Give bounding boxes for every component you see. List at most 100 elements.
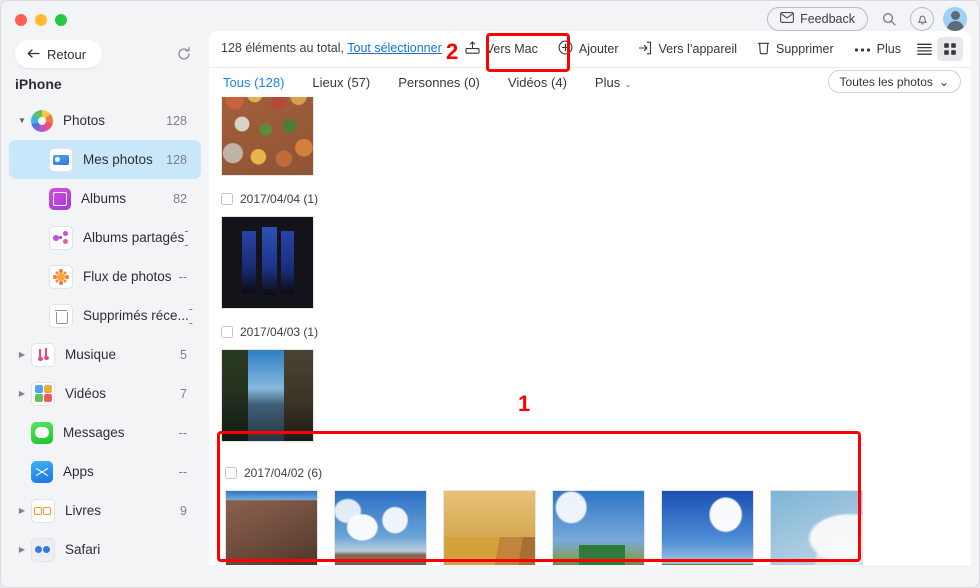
- status-text: 128 éléments au total,: [221, 41, 344, 55]
- video-icon: [31, 381, 55, 406]
- tab-lieux[interactable]: Lieux (57): [298, 75, 384, 90]
- tab-plus[interactable]: Plus ⌄: [581, 75, 646, 90]
- back-button[interactable]: Retour: [15, 40, 103, 68]
- close-window-button[interactable]: [15, 14, 27, 26]
- select-all-link[interactable]: Tout sélectionner: [347, 41, 442, 55]
- chevron-down-icon: ⌄: [938, 74, 949, 89]
- sidebar-item-flux-de-photos[interactable]: Flux de photos --: [9, 257, 201, 296]
- feedback-button[interactable]: Feedback: [767, 7, 868, 31]
- photo-thumbnail-wooden-clogs[interactable]: [443, 490, 536, 565]
- traffic-lights: [15, 14, 67, 26]
- chevron-right-icon[interactable]: ▶: [17, 545, 27, 554]
- toolbar-actions: Vers Mac Ajouter Vers l’appareil Supprim…: [455, 31, 963, 67]
- sidebar-top-row: Retour: [15, 40, 195, 68]
- sidebar-item-mes-photos[interactable]: Mes photos 128: [9, 140, 201, 179]
- sidebar-item-messages[interactable]: Messages --: [9, 413, 201, 452]
- group-checkbox[interactable]: [221, 326, 233, 338]
- photos-icon: [31, 109, 53, 132]
- chevron-right-icon[interactable]: ▶: [17, 389, 27, 398]
- content-panel: 128 éléments au total, Tout sélectionner…: [209, 31, 971, 565]
- sidebar-item-count: --: [178, 464, 187, 479]
- group-checkbox[interactable]: [225, 467, 237, 479]
- music-icon: [31, 342, 55, 367]
- sidebar-item-count: 128: [166, 113, 187, 128]
- bell-icon[interactable]: [910, 7, 934, 31]
- maximize-window-button[interactable]: [55, 14, 67, 26]
- group-checkbox[interactable]: [221, 193, 233, 205]
- more-dots-icon: [854, 42, 871, 56]
- sidebar-item-livres[interactable]: ▶ Livres 9: [9, 491, 201, 530]
- photo-thumbnail-blossom-tree[interactable]: [770, 490, 863, 565]
- sidebar-item-label: Mes photos: [83, 152, 153, 167]
- supprimer-button[interactable]: Supprimer: [747, 36, 844, 62]
- books-icon: [31, 498, 55, 523]
- ajouter-button[interactable]: Ajouter: [548, 36, 629, 62]
- sidebar-item-count: 82: [173, 191, 187, 206]
- sidebar-item-count: 5: [180, 347, 187, 362]
- albums-icon: [49, 187, 71, 210]
- content-toolbar: 128 éléments au total, Tout sélectionner…: [209, 31, 971, 68]
- my-photos-icon: [49, 147, 73, 172]
- list-view-icon[interactable]: [911, 37, 937, 61]
- sidebar-item-count: --: [178, 425, 187, 440]
- sidebar-item-label: Messages: [63, 425, 125, 440]
- sidebar-item-supprimes-recemment[interactable]: Supprimés réce... --: [9, 296, 201, 335]
- sidebar-item-albums-partages[interactable]: Albums partagés --: [9, 218, 201, 257]
- sidebar-item-musique[interactable]: ▶ Musique 5: [9, 335, 201, 374]
- tab-plus-label: Plus: [594, 74, 621, 90]
- photo-thumbnail-green-windmill[interactable]: [552, 490, 645, 565]
- photo-thumbnail-crowd-festival[interactable]: [221, 97, 314, 176]
- sidebar-item-label: Apps: [63, 464, 94, 479]
- sidebar-item-apps[interactable]: Apps --: [9, 452, 201, 491]
- grid-view-icon[interactable]: [937, 37, 963, 61]
- selection-status: 128 éléments au total, Tout sélectionner: [221, 41, 442, 55]
- sidebar-item-label: Safari: [65, 542, 101, 557]
- sidebar-item-photos[interactable]: ▼ Photos 128: [9, 101, 201, 140]
- photo-filter-dropdown[interactable]: Toutes les photos ⌄: [827, 70, 961, 93]
- filter-tabs: Tous (128) Lieux (57) Personnes (0) Vidé…: [209, 67, 971, 97]
- plus-button[interactable]: Plus: [844, 36, 911, 62]
- chevron-right-icon[interactable]: ▶: [17, 350, 27, 359]
- plus-more-label: Plus: [876, 42, 901, 56]
- sidebar-item-count: 128: [166, 152, 187, 167]
- sidebar-item-count: 7: [180, 386, 187, 401]
- title-bar: Feedback: [1, 1, 979, 31]
- photo-thumbnail-stained-glass-window[interactable]: [221, 216, 314, 309]
- tab-tous[interactable]: Tous (128): [209, 75, 298, 90]
- sidebar-item-label: Livres: [65, 503, 102, 518]
- thumb-row: [209, 343, 971, 454]
- sidebar-nav: ▼ Photos 128 Mes photos 128 Albums 82 Al…: [1, 101, 209, 569]
- vers-mac-button[interactable]: Vers Mac: [455, 36, 548, 62]
- photo-thumbnail-canal-trees[interactable]: [221, 349, 314, 442]
- sidebar-item-safari[interactable]: ▶ Safari: [9, 530, 201, 569]
- minimize-window-button[interactable]: [35, 14, 47, 26]
- photo-thumbnail-windmill-blue-sky[interactable]: [661, 490, 754, 565]
- header-actions: Feedback: [767, 7, 967, 31]
- sidebar-item-albums[interactable]: Albums 82: [9, 179, 201, 218]
- sidebar-item-count: 9: [180, 503, 187, 518]
- refresh-icon[interactable]: [172, 42, 196, 66]
- back-label: Retour: [47, 46, 87, 62]
- ajouter-label: Ajouter: [578, 42, 619, 56]
- annotation-number-1: 1: [518, 391, 531, 416]
- avatar[interactable]: [943, 7, 967, 31]
- photo-thumbnail-museum-square-clouds[interactable]: [334, 490, 427, 565]
- feedback-label: Feedback: [800, 12, 855, 26]
- group-header: 2017/04/02 (6): [209, 462, 971, 484]
- vers-lappareil-button[interactable]: Vers l’appareil: [628, 36, 747, 62]
- sidebar-item-count: --: [188, 301, 193, 330]
- chevron-right-icon[interactable]: ▶: [17, 506, 27, 515]
- tab-personnes[interactable]: Personnes (0): [384, 75, 494, 90]
- search-icon[interactable]: [877, 7, 901, 31]
- vers-mac-label: Vers Mac: [485, 42, 538, 56]
- group-header: 2017/04/04 (1): [209, 188, 971, 210]
- group-date-label: 2017/04/02 (6): [244, 466, 323, 480]
- sidebar-item-label: Albums partagés: [83, 230, 185, 245]
- group-date-label: 2017/04/04 (1): [240, 192, 319, 206]
- sidebar-item-videos[interactable]: ▶ Vidéos 7: [9, 374, 201, 413]
- chevron-down-icon[interactable]: ▼: [17, 116, 27, 125]
- tab-videos[interactable]: Vidéos (4): [494, 75, 581, 90]
- photo-thumbnail-brick-corner-building[interactable]: [225, 490, 318, 565]
- status-bar: [2, 565, 978, 586]
- photo-grid[interactable]: 2017/04/04 (1) 2017/04/03 (1) 2017/04/02…: [209, 97, 971, 565]
